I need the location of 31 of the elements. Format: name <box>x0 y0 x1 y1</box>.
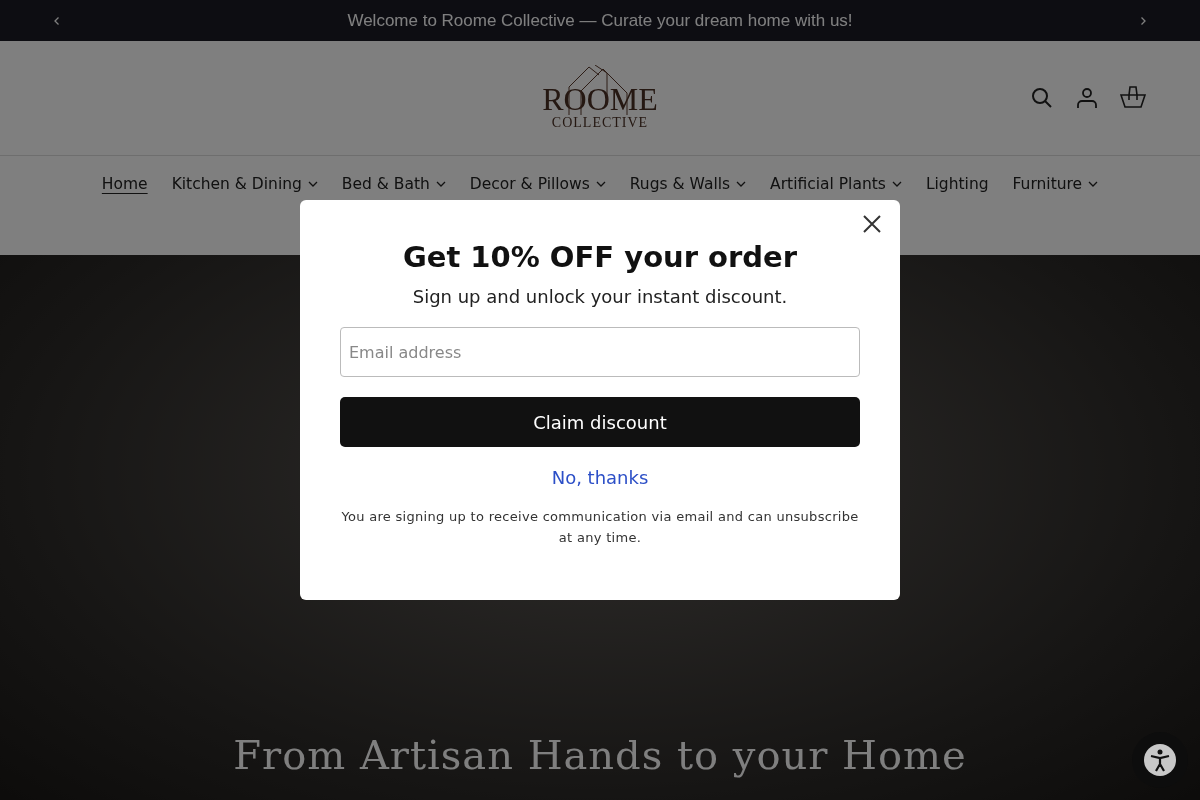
claim-discount-button[interactable]: Claim discount <box>340 397 860 447</box>
modal-subtitle: Sign up and unlock your instant discount. <box>412 286 788 307</box>
roome-collective-logo[interactable]: ROOME COLLECTIVE <box>542 65 658 131</box>
close-icon <box>862 214 882 234</box>
chevron-left-icon[interactable] <box>52 15 62 26</box>
caret-down-icon <box>307 181 318 187</box>
nav-link[interactable]: Decor & Pillows <box>459 173 616 195</box>
search-icon[interactable] <box>1030 86 1054 110</box>
nav-link[interactable]: Furniture <box>1002 173 1109 195</box>
caret-down-icon <box>736 181 747 187</box>
chevron-right-icon[interactable] <box>1138 15 1148 26</box>
basket-icon[interactable] <box>1120 86 1146 110</box>
nav-link[interactable]: Lighting <box>915 173 999 195</box>
accessibility-icon <box>1143 743 1177 777</box>
nav-link[interactable]: Artificial Plants <box>760 173 912 195</box>
caret-down-icon <box>1088 181 1099 187</box>
announcement-text: Welcome to Roome Collective — Curate your dream home with us! <box>347 10 853 31</box>
decline-link[interactable]: No, thanks <box>551 467 649 488</box>
close-button[interactable] <box>862 214 882 234</box>
account-icon[interactable] <box>1076 86 1098 110</box>
nav-link[interactable]: Kitchen & Dining <box>161 173 328 195</box>
hero-title: From Artisan Hands to your Home <box>233 732 967 778</box>
caret-down-icon <box>595 181 606 187</box>
nav-link[interactable]: Rugs & Walls <box>619 173 757 195</box>
caret-down-icon <box>435 181 446 187</box>
nav-link[interactable]: Bed & Bath <box>331 173 456 195</box>
nav-link[interactable]: Home <box>91 173 158 195</box>
caret-down-icon <box>891 181 902 187</box>
modal-title: Get 10% OFF your order <box>402 240 798 274</box>
disclaimer-text: You are signing up to receive communication via email and can unsubscribe at any time. <box>340 508 860 547</box>
email-field[interactable]: Email address <box>340 327 860 377</box>
